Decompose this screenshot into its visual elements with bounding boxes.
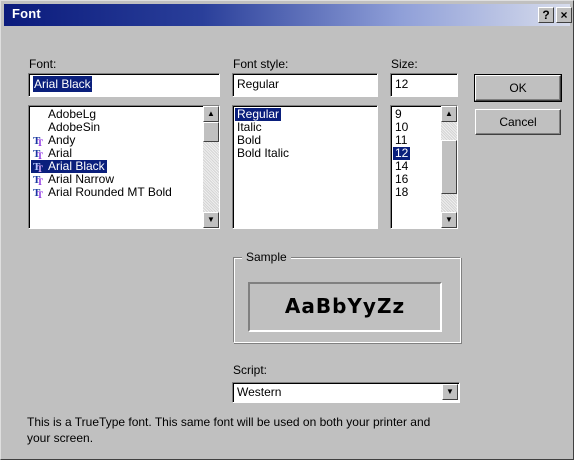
list-item-label: 18: [395, 185, 409, 199]
ok-button[interactable]: OK: [474, 74, 562, 102]
list-item-label: 11: [395, 133, 408, 147]
list-item-label: Arial Rounded MT Bold: [48, 185, 172, 199]
scroll-up-button[interactable]: ▲: [441, 106, 457, 122]
list-item-label: Arial Black: [48, 159, 105, 173]
font-name-input[interactable]: Arial Black: [28, 73, 220, 97]
sample-label: Sample: [242, 250, 291, 264]
list-item[interactable]: TArial Rounded MT Bold: [31, 185, 174, 203]
size-label: Size:: [391, 57, 418, 71]
list-item-label: 16: [395, 172, 409, 186]
scroll-thumb[interactable]: [441, 140, 457, 194]
title-bar[interactable]: Font ? ×: [4, 4, 572, 26]
list-item-label: 12: [395, 146, 409, 160]
help-button[interactable]: ?: [538, 7, 554, 23]
list-item-label: 9: [395, 107, 402, 121]
list-item-label: 10: [395, 120, 409, 134]
scroll-down-button[interactable]: ▼: [441, 212, 457, 228]
truetype-icon: T: [33, 187, 46, 202]
list-item-label: 14: [395, 159, 409, 173]
size-value: 12: [395, 77, 409, 91]
font-style-list[interactable]: Regular Italic Bold Bold Italic: [232, 105, 378, 229]
list-item-label: Arial: [48, 146, 73, 160]
font-name-value: Arial Black: [33, 76, 92, 92]
scroll-up-button[interactable]: ▲: [203, 106, 219, 122]
font-list-scrollbar[interactable]: ▲ ▼: [203, 106, 219, 228]
font-dialog: Font ? × Font: Arial Black AdobeLg AdobeS…: [0, 0, 574, 460]
chevron-down-icon[interactable]: ▼: [442, 384, 458, 400]
font-label: Font:: [29, 57, 57, 71]
font-style-input[interactable]: Regular: [232, 73, 378, 97]
list-item-label: Regular: [237, 107, 280, 121]
size-list[interactable]: 9 10 11 12 14 16 18 ▲ ▼: [390, 105, 458, 229]
size-list-scrollbar[interactable]: ▲ ▼: [441, 106, 457, 228]
scroll-thumb[interactable]: [203, 122, 219, 142]
sample-preview: AaBbYyZz: [248, 282, 442, 332]
list-item-label: Italic: [237, 120, 262, 134]
list-item[interactable]: 18: [393, 186, 410, 199]
list-item[interactable]: Bold Italic: [235, 147, 291, 160]
list-item-label: AdobeLg: [48, 107, 97, 121]
list-item-label: AdobeSin: [48, 120, 101, 134]
window-title: Font: [12, 6, 41, 21]
scroll-down-button[interactable]: ▼: [203, 212, 219, 228]
script-select[interactable]: Western ▼: [232, 382, 460, 403]
font-list[interactable]: AdobeLgAdobeSinTAndyTArialTArial BlackTA…: [28, 105, 220, 229]
script-value: Western: [237, 385, 282, 399]
cancel-button[interactable]: Cancel: [475, 109, 561, 135]
sample-group: Sample AaBbYyZz: [233, 250, 461, 343]
list-item-label: Bold: [237, 133, 262, 147]
font-style-value: Regular: [237, 77, 280, 91]
list-item-label: Andy: [48, 133, 76, 147]
script-label: Script:: [233, 363, 268, 377]
list-item-label: Arial Narrow: [48, 172, 115, 186]
size-input[interactable]: 12: [390, 73, 458, 97]
close-button[interactable]: ×: [556, 7, 572, 23]
font-style-label: Font style:: [233, 57, 289, 71]
font-info-text: This is a TrueType font. This same font …: [27, 415, 431, 445]
list-item-label: Bold Italic: [237, 146, 290, 160]
